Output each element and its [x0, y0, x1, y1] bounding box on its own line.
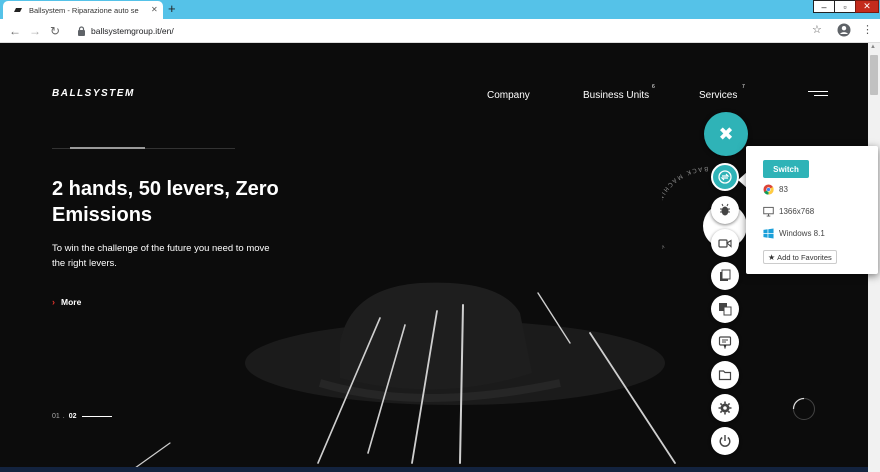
add-to-favorites-label: Add to Favorites	[777, 252, 832, 262]
extension-close-button[interactable]: ✖	[704, 112, 748, 156]
bottom-strip	[0, 467, 868, 472]
bug-report-button[interactable]	[711, 196, 739, 224]
bug-icon	[720, 203, 730, 216]
hero-title: 2 hands, 50 levers, Zero Emissions	[52, 178, 279, 226]
nav-services[interactable]: Services	[699, 90, 737, 101]
comment-icon	[718, 336, 732, 349]
profile-icon[interactable]	[837, 23, 851, 37]
browser-menu-icon[interactable]: ⋮	[862, 23, 873, 37]
chevron-right-icon: ›	[52, 297, 55, 307]
loading-spinner-icon	[792, 397, 815, 420]
files-button[interactable]	[711, 361, 739, 389]
power-button[interactable]	[711, 427, 739, 455]
nav-business-units[interactable]: Business Units	[583, 90, 649, 101]
tab-title: Ballsystem - Riparazione auto se	[29, 5, 139, 15]
responsive-view-button[interactable]	[711, 295, 739, 323]
hamburger-menu-icon[interactable]	[808, 91, 828, 97]
resolution-row: 1366x768	[763, 206, 814, 217]
screen-resolution: 1366x768	[779, 207, 815, 216]
responsive-icon	[719, 303, 732, 316]
pager-progress-line	[81, 416, 112, 417]
reload-icon[interactable]: ↻	[50, 24, 60, 38]
settings-icon	[718, 401, 732, 415]
forward-icon[interactable]: →	[29, 24, 41, 38]
url-text: ballsystemgroup.it/en/	[91, 26, 174, 36]
windows-icon	[763, 228, 774, 239]
add-to-favorites-button[interactable]: ★ Add to Favorites	[763, 250, 837, 264]
os-row: Windows 8.1	[763, 228, 825, 239]
window-maximize-button[interactable]: ▫	[834, 0, 856, 13]
power-icon	[719, 435, 731, 447]
switch-browser-icon	[718, 170, 732, 184]
switch-browser-button[interactable]	[711, 163, 739, 191]
settings-button[interactable]	[711, 394, 739, 422]
screenshot-icon	[720, 269, 731, 281]
browser-tab[interactable]: Ballsystem - Riparazione auto se ✕	[3, 1, 163, 19]
favorite-star-icon: ★	[768, 252, 776, 262]
switch-button[interactable]: Switch	[763, 160, 809, 178]
svg-text:BACK MACHINE TIMELINE: BACK MACHINE TIMELINE	[662, 165, 708, 253]
hero-subtitle: To win the challenge of the future you n…	[52, 243, 270, 269]
comment-button[interactable]	[711, 328, 739, 356]
scrollbar-thumb[interactable]	[870, 55, 878, 95]
pager-separator: .	[62, 413, 65, 420]
back-icon[interactable]: ←	[9, 24, 21, 38]
tab-strip: Ballsystem - Riparazione auto se ✕ + – ▫…	[0, 0, 880, 19]
address-bar[interactable]: ballsystemgroup.it/en/	[69, 22, 833, 40]
scroll-up-icon[interactable]: ▲	[870, 44, 876, 50]
more-link[interactable]: › More	[52, 297, 81, 307]
pager-first[interactable]: 01	[52, 413, 60, 420]
hero-divider-accent	[70, 147, 145, 149]
new-tab-button[interactable]: +	[168, 2, 176, 16]
window-minimize-button[interactable]: –	[813, 0, 835, 13]
switch-browser-popover: Switch 83 1366x768 Windows 8.1 ★ Add to …	[746, 146, 878, 274]
slide-pager[interactable]: 01 . 02	[52, 413, 112, 420]
site-favicon-icon	[13, 7, 23, 14]
bookmark-star-icon[interactable]: ☆	[812, 23, 822, 36]
lock-icon	[78, 26, 85, 36]
more-link-label: More	[61, 297, 82, 307]
operating-system: Windows 8.1	[779, 229, 825, 238]
rotating-text-badge: BACK MACHINE TIMELINE	[662, 165, 708, 253]
nav-services-count: 7	[742, 84, 745, 90]
chrome-icon	[763, 184, 774, 195]
pager-current[interactable]: 02	[69, 413, 77, 420]
video-icon	[718, 239, 732, 248]
nav-business-units-count: 6	[652, 84, 655, 90]
folder-icon	[718, 370, 732, 381]
video-record-button[interactable]	[711, 229, 739, 257]
screenshot-button[interactable]	[711, 262, 739, 290]
tab-close-icon[interactable]: ✕	[151, 6, 158, 14]
nav-company[interactable]: Company	[487, 90, 530, 101]
monitor-icon	[763, 206, 774, 217]
site-logo[interactable]: BALLSYSTEM	[52, 88, 135, 99]
browser-version-row: 83	[763, 184, 788, 195]
browser-toolbar: ← → ↻ ballsystemgroup.it/en/ ☆ ⋮	[0, 19, 880, 43]
browser-version: 83	[779, 185, 788, 194]
window-close-button[interactable]: ✕	[855, 0, 879, 13]
